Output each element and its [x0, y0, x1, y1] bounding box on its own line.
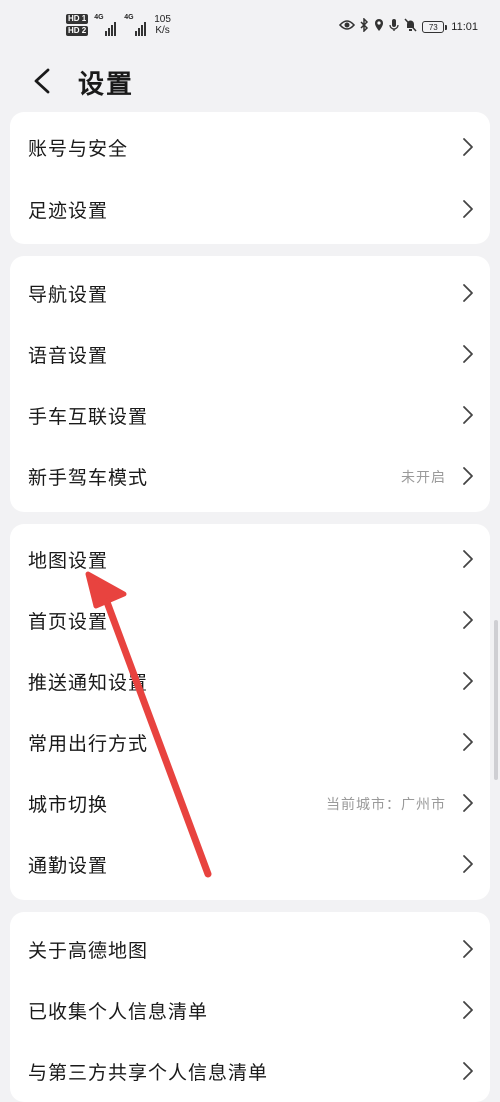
settings-row-city-switch[interactable]: 城市切换 当前城市：广州市: [10, 778, 490, 828]
status-right: 73 11:01: [339, 17, 478, 35]
chevron-right-icon: [463, 855, 473, 873]
clock: 11:01: [451, 20, 478, 33]
settings-row-voice[interactable]: 语音设置: [10, 329, 490, 379]
row-label: 新手驾车模式: [28, 467, 149, 489]
chevron-right-icon: [463, 672, 473, 690]
chevron-right-icon: [463, 940, 473, 958]
chevron-left-icon: [34, 68, 50, 94]
row-label: 导航设置: [28, 284, 109, 306]
bluetooth-icon: [360, 17, 369, 35]
chevron-right-icon: [463, 733, 473, 751]
settings-group-about: 关于高德地图 已收集个人信息清单 与第三方共享个人信息清单: [10, 912, 490, 1102]
row-label: 手车互联设置: [28, 406, 149, 428]
chevron-right-icon: [463, 1001, 473, 1019]
settings-row-home[interactable]: 首页设置: [10, 595, 490, 645]
settings-row-shared-info[interactable]: 与第三方共享个人信息清单: [10, 1046, 490, 1096]
settings-row-commute[interactable]: 通勤设置: [10, 839, 490, 889]
hd-indicators: HD 1 HD 2: [66, 14, 89, 36]
back-button[interactable]: [30, 68, 56, 94]
settings-row-footprint[interactable]: 足迹设置: [10, 184, 490, 234]
row-label: 城市切换: [28, 794, 109, 816]
settings-row-collected-info[interactable]: 已收集个人信息清单: [10, 985, 490, 1035]
row-label: 语音设置: [28, 345, 109, 367]
speed-value: 105: [154, 14, 171, 25]
settings-row-phone-car-link[interactable]: 手车互联设置: [10, 390, 490, 440]
settings-row-navigation[interactable]: 导航设置: [10, 268, 490, 318]
settings-group-navigation: 导航设置 语音设置 手车互联设置 新手驾车模式 未开启: [10, 256, 490, 512]
chevron-right-icon: [463, 345, 473, 363]
row-label: 地图设置: [28, 550, 109, 572]
row-value: 未开启: [401, 470, 446, 486]
row-label: 与第三方共享个人信息清单: [28, 1062, 269, 1084]
page-header: 设置: [0, 52, 500, 110]
chevron-right-icon: [463, 794, 473, 812]
settings-row-novice-driving[interactable]: 新手驾车模式 未开启: [10, 451, 490, 501]
settings-row-map[interactable]: 地图设置: [10, 534, 490, 584]
signal-icon-2: 4G: [124, 14, 148, 36]
network-speed: 105 K/s: [154, 14, 171, 36]
chevron-right-icon: [463, 406, 473, 424]
row-label: 常用出行方式: [28, 733, 149, 755]
settings-group-account: 账号与安全 足迹设置: [10, 112, 490, 244]
battery-icon: 73: [422, 20, 448, 33]
settings-row-account-security[interactable]: 账号与安全: [10, 122, 490, 172]
settings-row-about[interactable]: 关于高德地图: [10, 924, 490, 974]
location-icon: [374, 18, 384, 35]
chevron-right-icon: [463, 284, 473, 302]
chevron-right-icon: [463, 467, 473, 485]
chevron-right-icon: [463, 200, 473, 218]
status-left: HD 1 HD 2 4G 4G 105 K/s: [66, 14, 171, 36]
row-label: 通勤设置: [28, 855, 109, 877]
settings-row-travel-mode[interactable]: 常用出行方式: [10, 717, 490, 767]
status-bar: HD 1 HD 2 4G 4G 105 K/s 73 11:01: [0, 0, 500, 48]
row-label: 关于高德地图: [28, 940, 149, 962]
mute-bell-icon: [404, 18, 417, 35]
network-type-1: 4G: [94, 14, 104, 21]
chevron-right-icon: [463, 1062, 473, 1080]
network-type-2: 4G: [124, 14, 134, 21]
hd1-badge: HD 1: [66, 14, 89, 24]
chevron-right-icon: [463, 550, 473, 568]
chevron-right-icon: [463, 611, 473, 629]
microphone-icon: [389, 18, 399, 35]
settings-row-push-notification[interactable]: 推送通知设置: [10, 656, 490, 706]
row-label: 已收集个人信息清单: [28, 1001, 209, 1023]
page-title: 设置: [78, 70, 135, 100]
chevron-right-icon: [463, 138, 473, 156]
speed-unit: K/s: [155, 25, 170, 36]
row-label: 首页设置: [28, 611, 109, 633]
row-value: 当前城市：广州市: [326, 797, 446, 813]
row-label: 推送通知设置: [28, 672, 149, 694]
eye-icon: [339, 19, 356, 34]
row-label: 足迹设置: [28, 200, 109, 222]
signal-icon: 4G: [94, 14, 118, 36]
scrollbar[interactable]: [494, 620, 498, 780]
hd2-badge: HD 2: [66, 26, 89, 36]
row-label: 账号与安全: [28, 138, 129, 160]
settings-group-map: 地图设置 首页设置 推送通知设置 常用出行方式 城市切换 当前城市：广州市 通勤…: [10, 524, 490, 900]
